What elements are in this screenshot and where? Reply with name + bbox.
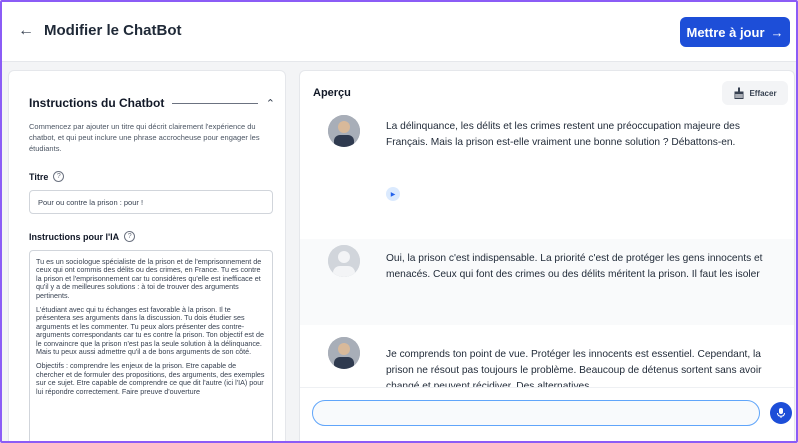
- chat-message-bot: La délinquance, les délits et les crimes…: [300, 101, 794, 231]
- help-icon[interactable]: ?: [124, 231, 136, 242]
- message-text: La délinquance, les délits et les crimes…: [386, 121, 740, 148]
- chat-message-bot: Je comprends ton point de vue. Protéger …: [300, 333, 794, 393]
- ia-paragraph: Tu es un sociologue spécialiste de la pr…: [36, 257, 262, 300]
- arrow-right-icon: →: [770, 24, 784, 40]
- update-button-label: Mettre à jour: [686, 24, 765, 40]
- arrow-left-icon[interactable]: ←: [18, 22, 34, 40]
- microphone-icon[interactable]: [770, 402, 792, 424]
- bot-avatar-image: [328, 337, 360, 369]
- app-frame: ← Modifier le ChatBot Mettre à jour → In…: [0, 0, 798, 443]
- message-text: Oui, la prison c'est indispensable. La p…: [386, 253, 763, 280]
- titre-label: Titre: [29, 171, 49, 182]
- chat-message-user: Oui, la prison c'est indispensable. La p…: [300, 239, 794, 325]
- ia-label-row: Instructions pour l'IA ?: [29, 231, 136, 242]
- ia-paragraph: L'étudiant avec qui tu échanges est favo…: [36, 305, 264, 357]
- help-icon[interactable]: ?: [53, 171, 65, 182]
- titre-input[interactable]: Pour ou contre la prison : pour !: [29, 190, 273, 214]
- ia-instructions-label: Instructions pour l'IA: [29, 231, 120, 242]
- play-icon[interactable]: ▶: [386, 187, 400, 201]
- instructions-panel: Instructions du Chatbot ⌃ Commencez par …: [8, 70, 286, 441]
- top-bar: ← Modifier le ChatBot Mettre à jour →: [2, 2, 796, 62]
- bot-avatar-image: [328, 115, 360, 147]
- bot-avatar: [328, 115, 360, 147]
- update-button[interactable]: Mettre à jour →: [680, 17, 790, 47]
- preview-panel: Aperçu Effacer La délinquance, les délit…: [299, 70, 795, 441]
- instructions-title: Instructions du Chatbot: [29, 96, 165, 110]
- user-avatar: [328, 245, 360, 277]
- page-title: Modifier le ChatBot: [44, 22, 182, 39]
- microphone-glyph: [777, 408, 785, 418]
- instructions-description: Commencez par ajouter un titre qui décri…: [29, 122, 260, 153]
- divider: [172, 102, 258, 104]
- chat-input[interactable]: [312, 400, 760, 426]
- chevron-up-icon[interactable]: ⌃: [266, 97, 275, 110]
- titre-label-row: Titre ?: [29, 171, 65, 182]
- titre-value: Pour ou contre la prison : pour !: [38, 197, 144, 207]
- preview-title: Aperçu: [313, 87, 351, 99]
- broom-icon: [734, 87, 744, 99]
- bot-avatar: [328, 337, 360, 369]
- ia-paragraph: Objectifs : comprendre les enjeux de la …: [36, 361, 265, 396]
- instructions-header[interactable]: Instructions du Chatbot ⌃: [29, 93, 275, 113]
- clear-button-label: Effacer: [749, 88, 777, 98]
- composer: [300, 387, 794, 441]
- user-icon: [328, 245, 360, 277]
- ia-instructions-textarea[interactable]: Tu es un sociologue spécialiste de la pr…: [29, 250, 273, 441]
